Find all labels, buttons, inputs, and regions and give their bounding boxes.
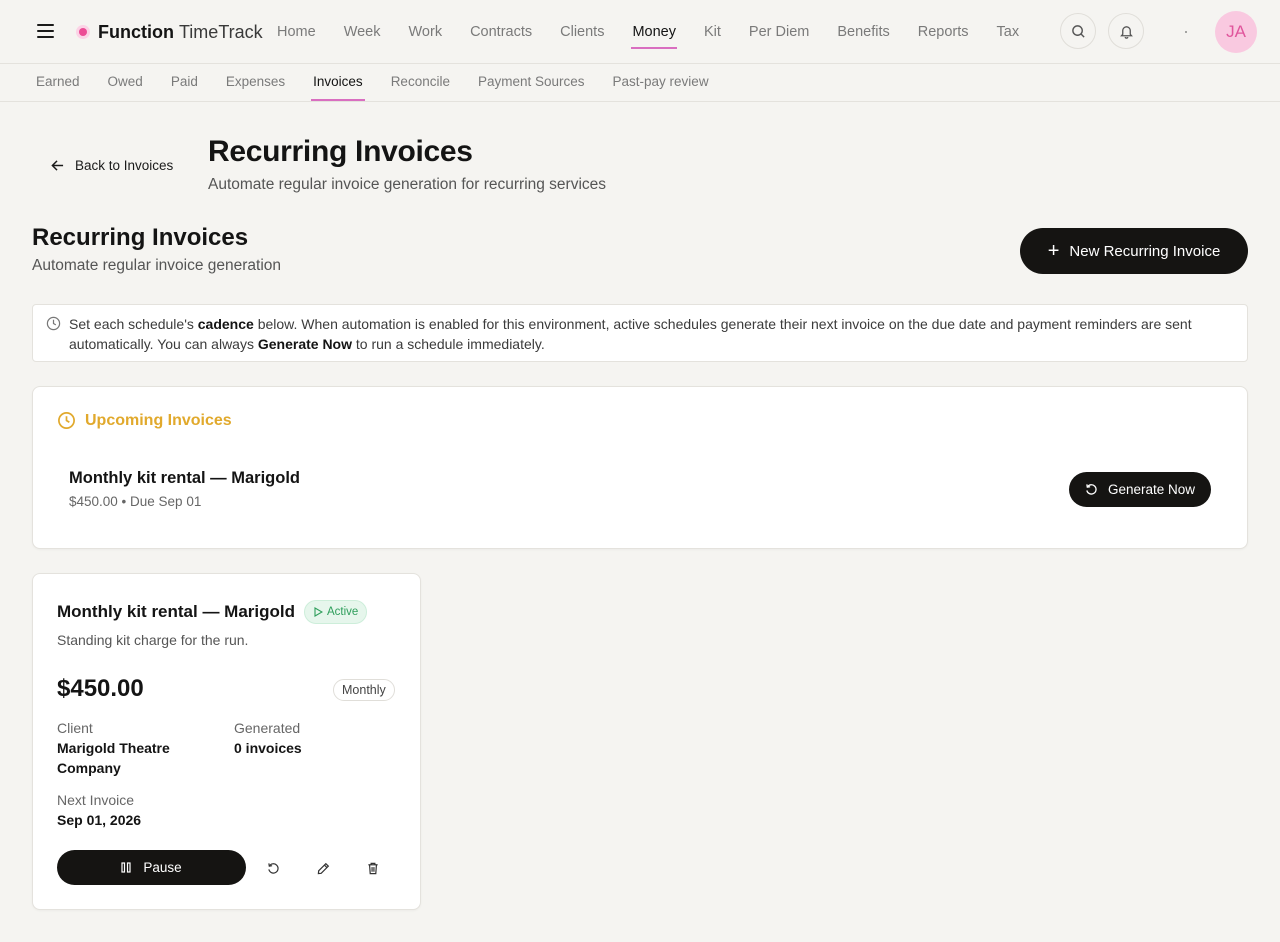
info-banner: Set each schedule's cadence below. When … (32, 304, 1248, 362)
arrow-left-icon (51, 160, 64, 171)
new-button-label: New Recurring Invoice (1069, 242, 1221, 260)
generated-value: 0 invoices (234, 740, 302, 756)
refresh-icon (1086, 484, 1097, 495)
subnav-earned[interactable]: Earned (36, 64, 80, 101)
upcoming-item-name: Monthly kit rental — Marigold (69, 469, 301, 487)
top-navbar: Function TimeTrack Home Week Work Contra… (0, 0, 1280, 64)
client-label: Client (57, 720, 93, 736)
generated-label: Generated (234, 720, 301, 736)
schedule-amount: $450.00 (57, 675, 144, 702)
page-subtitle: Automate regular invoice generation for … (208, 176, 607, 193)
new-recurring-invoice-button[interactable]: + New Recurring Invoice (1020, 228, 1248, 274)
upcoming-heading-label: Upcoming Invoices (85, 411, 232, 429)
page-title: Recurring Invoices (208, 135, 473, 168)
status-label: Active (327, 606, 359, 618)
brand-name-bold: Function (98, 21, 174, 42)
nav-home[interactable]: Home (277, 0, 316, 64)
pause-label: Pause (143, 860, 182, 875)
refresh-icon (267, 862, 279, 874)
nav-clients[interactable]: Clients (560, 0, 604, 64)
brand-name-light: TimeTrack (178, 21, 263, 42)
subnav-reconcile[interactable]: Reconcile (391, 64, 450, 101)
schedule-description: Standing kit charge for the run. (57, 632, 249, 648)
section-subtitle: Automate regular invoice generation (32, 257, 282, 274)
money-subnav: Earned Owed Paid Expenses Invoices Recon… (0, 64, 1280, 102)
search-button[interactable] (1060, 13, 1096, 49)
schedule-title: Monthly kit rental — Marigold (57, 602, 296, 621)
subnav-paid[interactable]: Paid (171, 64, 198, 101)
upcoming-heading: Upcoming Invoices (57, 411, 232, 430)
upcoming-invoices-card: Upcoming Invoices Monthly kit rental — M… (32, 386, 1248, 549)
back-to-invoices-link[interactable]: Back to Invoices (51, 158, 173, 173)
nav-kit[interactable]: Kit (704, 0, 721, 64)
regenerate-button[interactable] (261, 856, 285, 880)
edit-button[interactable] (311, 856, 335, 880)
search-icon (1071, 24, 1085, 38)
nav-money[interactable]: Money (631, 0, 677, 64)
generate-now-button[interactable]: Generate Now (1069, 472, 1211, 507)
cadence-badge: Monthly (333, 679, 395, 701)
subnav-expenses[interactable]: Expenses (226, 64, 285, 101)
pause-button[interactable]: Pause (57, 850, 246, 885)
next-invoice-label: Next Invoice (57, 792, 135, 808)
trash-icon (368, 862, 378, 874)
nav-benefits[interactable]: Benefits (837, 0, 889, 64)
clock-icon (58, 412, 75, 429)
upcoming-item-meta: $450.00 • Due Sep 01 (69, 494, 202, 509)
user-avatar[interactable]: JA (1215, 11, 1257, 53)
play-icon (314, 607, 323, 617)
clock-icon (46, 316, 61, 331)
nav-contracts[interactable]: Contracts (470, 0, 532, 64)
nav-tax[interactable]: Tax (997, 0, 1020, 64)
subnav-payment-sources[interactable]: Payment Sources (478, 64, 585, 101)
brand-dot-icon (79, 28, 87, 36)
subnav-past-pay-review[interactable]: Past-pay review (613, 64, 709, 101)
nav-per-diem[interactable]: Per Diem (749, 0, 809, 64)
section-title: Recurring Invoices (32, 224, 249, 251)
nav-week[interactable]: Week (344, 0, 381, 64)
generate-now-label: Generate Now (1107, 482, 1196, 497)
pencil-icon (317, 862, 329, 874)
main-nav: Home Week Work Contracts Clients Money K… (277, 0, 1047, 64)
pause-icon (121, 862, 131, 873)
notifications-button[interactable] (1108, 13, 1144, 49)
subnav-owed[interactable]: Owed (108, 64, 143, 101)
menu-icon[interactable] (37, 24, 54, 40)
status-badge: Active (304, 600, 368, 624)
subnav-invoices[interactable]: Invoices (311, 64, 365, 101)
next-invoice-value: Sep 01, 2026 (57, 812, 142, 828)
nav-work[interactable]: Work (409, 0, 443, 64)
status-dot (1185, 31, 1187, 33)
client-value: Marigold Theatre Company (57, 740, 170, 776)
delete-button[interactable] (361, 856, 385, 880)
bell-icon (1119, 25, 1133, 39)
back-link-label: Back to Invoices (75, 158, 174, 173)
plus-icon: + (1047, 240, 1060, 262)
info-banner-text: Set each schedule's cadence below. When … (69, 316, 1192, 352)
recurring-schedule-card: Monthly kit rental — Marigold Active Sta… (32, 573, 421, 910)
nav-reports[interactable]: Reports (918, 0, 969, 64)
brand-logo[interactable]: Function TimeTrack (79, 20, 263, 44)
